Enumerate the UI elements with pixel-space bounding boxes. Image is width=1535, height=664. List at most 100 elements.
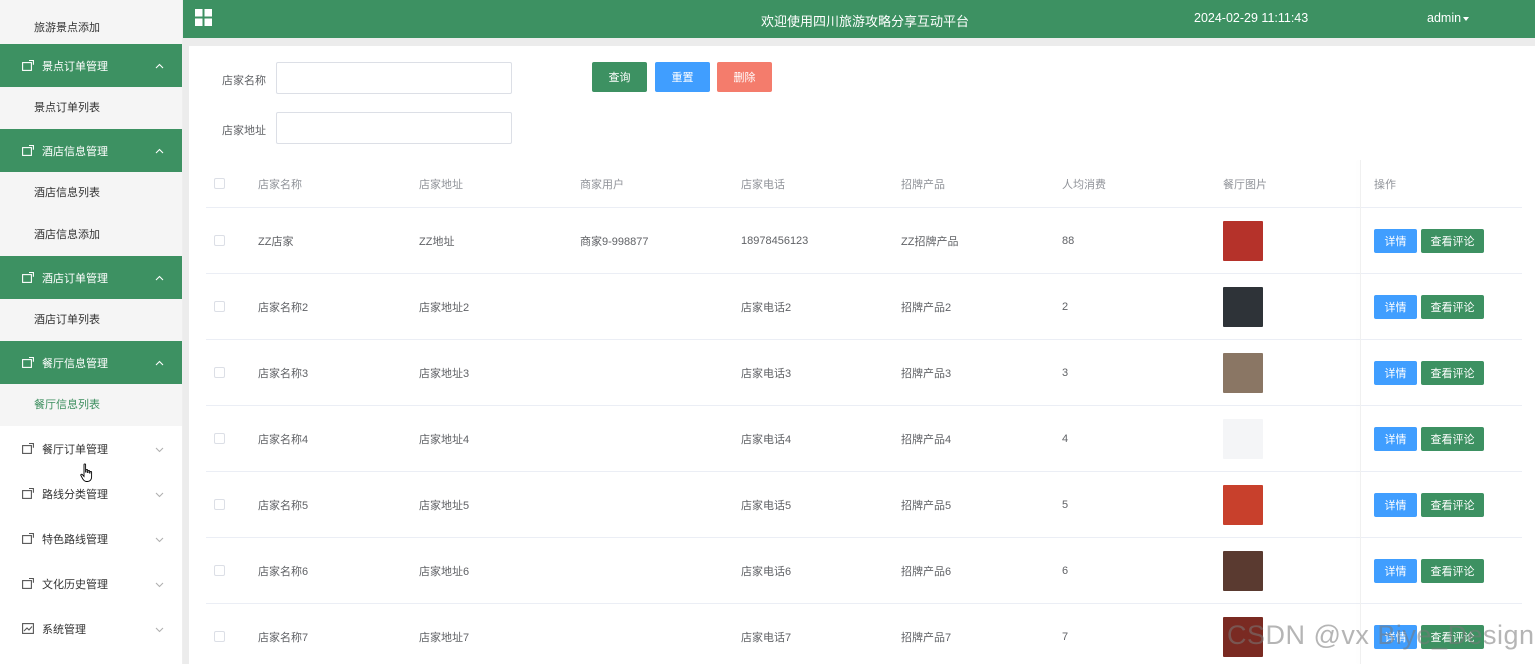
row-checkbox[interactable] [214,367,225,378]
cell-name: 店家名称3 [258,367,309,380]
sidebar-group[interactable]: 酒店信息管理 [0,129,182,172]
sidebar-item[interactable]: 餐厅信息列表 [0,384,182,426]
sidebar-item-label: 旅游景点添加 [34,22,100,34]
cell-product: 招牌产品3 [901,367,952,380]
row-checkbox[interactable] [214,433,225,444]
sidebar-group[interactable]: 特色路线管理 [0,516,182,561]
sidebar-divider [183,38,189,664]
reset-button[interactable]: 重置 [655,62,710,92]
sidebar-item[interactable]: 酒店信息添加 [0,214,182,256]
sidebar-group-label: 酒店信息管理 [42,145,108,158]
chevron-up-icon [155,147,164,156]
cell-avg: 7 [1062,630,1069,643]
cell-phone: 店家电话7 [741,631,792,644]
header-ops: 操作 [1374,178,1396,191]
detail-button[interactable]: 详情 [1374,228,1417,253]
cell-phone: 店家电话6 [741,565,792,578]
cell-address: 店家地址2 [419,301,470,314]
restaurant-thumbnail[interactable] [1223,418,1263,459]
view-reviews-button[interactable]: 查看评论 [1421,426,1484,451]
cell-phone: 18978456123 [741,234,809,247]
cell-avg: 3 [1062,366,1069,379]
cell-avg: 5 [1062,498,1069,511]
cell-ops: 详情 查看评论 [1374,472,1488,537]
sidebar-item-label: 酒店信息添加 [34,229,100,241]
cell-ops: 详情 查看评论 [1374,406,1488,471]
sidebar-item[interactable]: 景点订单列表 [0,87,182,129]
watermark: CSDN @vx Biye_Design [1227,620,1535,650]
row-checkbox[interactable] [214,565,225,576]
view-reviews-button[interactable]: 查看评论 [1421,492,1484,517]
row-checkbox-cell [214,274,225,339]
sidebar-group[interactable]: 景点订单管理 [0,44,182,87]
sidebar-group[interactable]: 餐厅信息管理 [0,341,182,384]
detail-button[interactable]: 详情 [1374,360,1417,385]
name-label: 店家名称 [222,75,266,87]
sidebar-group[interactable]: 系统管理 [0,606,182,651]
cell-ops: 详情 查看评论 [1374,538,1488,603]
row-checkbox[interactable] [214,301,225,312]
user-menu[interactable]: admin [1427,11,1470,25]
row-checkbox-cell [214,406,225,471]
sidebar-group-label: 路线分类管理 [42,488,108,501]
restaurant-thumbnail[interactable] [1223,484,1263,525]
sidebar-item-label: 餐厅信息列表 [34,399,100,411]
sidebar-item[interactable]: 酒店信息列表 [0,172,182,214]
header-avg: 人均消费 [1062,178,1106,191]
row-checkbox[interactable] [214,499,225,510]
restaurant-thumbnail[interactable] [1223,550,1263,591]
cell-product: 招牌产品2 [901,301,952,314]
detail-button[interactable]: 详情 [1374,426,1417,451]
cell-avg: 2 [1062,300,1069,313]
cell-image [1223,208,1263,273]
name-search-input[interactable] [276,62,512,94]
table-header: 店家名称 店家地址 商家用户 店家电话 招牌产品 人均消费 餐厅图片 操作 [206,160,1522,208]
row-checkbox-cell [214,472,225,537]
sidebar-group[interactable]: 文化历史管理 [0,561,182,606]
row-checkbox[interactable] [214,235,225,246]
query-button[interactable]: 查询 [592,62,647,92]
cell-product: 招牌产品7 [901,631,952,644]
restaurant-thumbnail[interactable] [1223,286,1263,327]
sidebar-group-label: 特色路线管理 [42,533,108,546]
cell-phone: 店家电话3 [741,367,792,380]
header-name: 店家名称 [258,178,302,191]
row-checkbox-cell [214,604,225,664]
cell-name: 店家名称6 [258,565,309,578]
restaurant-thumbnail[interactable] [1223,352,1263,393]
view-reviews-button[interactable]: 查看评论 [1421,558,1484,583]
chevron-down-icon [155,535,164,544]
view-reviews-button[interactable]: 查看评论 [1421,360,1484,385]
address-search-input[interactable] [276,112,512,144]
header-divider [183,38,1535,46]
sidebar-item[interactable]: 旅游景点添加 [0,0,182,44]
cell-name: ZZ店家 [258,235,294,248]
cell-image [1223,538,1263,603]
detail-button[interactable]: 详情 [1374,294,1417,319]
header-image: 餐厅图片 [1223,178,1267,191]
cell-address: 店家地址7 [419,631,470,644]
restaurant-thumbnail[interactable] [1223,220,1263,261]
detail-button[interactable]: 详情 [1374,492,1417,517]
sidebar-item[interactable]: 酒店订单列表 [0,299,182,341]
cell-image [1223,472,1263,537]
sidebar-item-label: 酒店信息列表 [34,187,100,199]
restaurant-table: 店家名称 店家地址 商家用户 店家电话 招牌产品 人均消费 餐厅图片 操作 ZZ… [206,160,1522,664]
view-reviews-button[interactable]: 查看评论 [1421,294,1484,319]
sidebar-group-label: 系统管理 [42,623,86,636]
cell-address: 店家地址6 [419,565,470,578]
cell-merchant: 商家9-998877 [580,235,649,248]
detail-button[interactable]: 详情 [1374,558,1417,583]
chevron-down-icon [155,625,164,634]
row-checkbox[interactable] [214,631,225,642]
header-checkbox-cell [214,160,225,207]
cell-phone: 店家电话2 [741,301,792,314]
delete-button[interactable]: 删除 [717,62,772,92]
sidebar: 旅游景点添加景点订单管理 景点订单列表酒店信息管理酒店信息列表 酒店信息添加酒店订单… [0,0,183,664]
document-icon [22,487,34,499]
cell-avg: 4 [1062,432,1069,445]
sidebar-group[interactable]: 酒店订单管理 [0,256,182,299]
table-row: 店家名称3 店家地址3 店家电话3 招牌产品3 3 详情 查看评论 [206,340,1522,406]
view-reviews-button[interactable]: 查看评论 [1421,228,1484,253]
select-all-checkbox[interactable] [214,178,225,189]
